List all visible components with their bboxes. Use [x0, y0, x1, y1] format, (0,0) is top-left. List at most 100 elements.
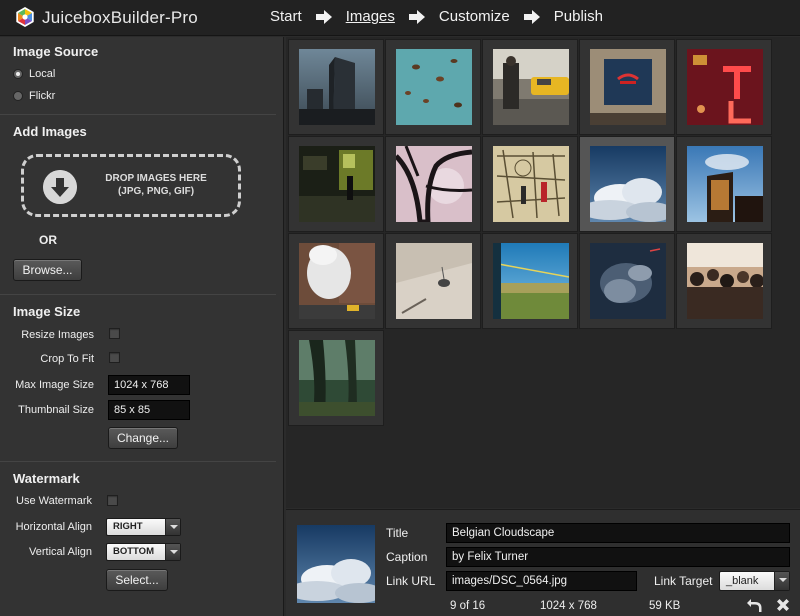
thumbnail-cell[interactable]: [385, 233, 481, 329]
steam-street-thumb: [299, 243, 375, 319]
link-target-select[interactable]: _blank: [719, 571, 790, 591]
thumbnail-cell[interactable]: [676, 39, 772, 135]
image-details-panel: Title Belgian Cloudscape Caption by Feli…: [286, 509, 800, 616]
chevron-down-icon[interactable]: [165, 544, 180, 560]
image-filesize: 59 KB: [649, 600, 681, 612]
leaves-thumb: [396, 49, 472, 125]
forest-thumb: [299, 340, 375, 416]
drop-zone[interactable]: DROP IMAGES HERE (JPG, PNG, GIF): [21, 154, 241, 217]
crop-to-fit-label: Crop To Fit: [40, 353, 94, 365]
drop-zone-line2: (JPG, PNG, GIF): [117, 186, 195, 197]
thumbnail-cell[interactable]: [579, 39, 675, 135]
thumbnail-cell[interactable]: [385, 39, 481, 135]
download-arrow-icon: [43, 170, 77, 204]
thumbnail-cell[interactable]: [385, 136, 481, 232]
thumbnail-cell[interactable]: [482, 39, 578, 135]
radio-button[interactable]: [13, 91, 23, 101]
close-icon[interactable]: [775, 597, 791, 613]
cloudscape-thumb: [297, 525, 375, 603]
horizontal-align-value: RIGHT: [113, 521, 143, 532]
section-divider: [0, 114, 276, 115]
tree-silhouette-thumb: [396, 146, 472, 222]
thumbnail-cell[interactable]: [676, 136, 772, 232]
settings-sidebar: Image Source Local Flickr Add Images DRO…: [0, 37, 284, 616]
link-target-value: _blank: [726, 575, 759, 587]
step-customize[interactable]: Customize: [439, 8, 510, 25]
add-images-title: Add Images: [13, 124, 87, 139]
drop-zone-text: DROP IMAGES HERE (JPG, PNG, GIF): [92, 172, 220, 198]
link-url-label: Link URL: [386, 574, 436, 588]
image-source-title: Image Source: [13, 44, 99, 59]
watermark-title: Watermark: [13, 471, 80, 486]
max-image-size-input[interactable]: 1024 x 768: [108, 375, 190, 395]
step-start[interactable]: Start: [270, 8, 302, 25]
title-input[interactable]: Belgian Cloudscape: [446, 523, 790, 543]
drawn-room-thumb: [493, 146, 569, 222]
select-watermark-button[interactable]: Select...: [106, 569, 168, 591]
radio-flickr-label: Flickr: [29, 90, 56, 102]
night-street-thumb: [299, 146, 375, 222]
radio-button-selected[interactable]: [13, 69, 23, 79]
step-publish[interactable]: Publish: [554, 8, 603, 25]
resize-images-checkbox[interactable]: [109, 328, 120, 339]
taxi-street-thumb: [493, 49, 569, 125]
thumbnail-cell-selected[interactable]: [579, 136, 675, 232]
thumbnail-cell[interactable]: [482, 136, 578, 232]
wizard-steps: Start Images Customize Publish: [270, 8, 603, 25]
thumbnail-cell[interactable]: [579, 233, 675, 329]
ceiling-lamp-thumb: [396, 243, 472, 319]
title-label: Title: [386, 526, 409, 540]
image-grid: [286, 37, 800, 508]
app-header: JuiceboxBuilder-Pro Start Images Customi…: [0, 0, 800, 36]
or-label: OR: [39, 233, 57, 247]
train-window-thumb: [493, 243, 569, 319]
thumbnail-cell[interactable]: [288, 233, 384, 329]
step-images[interactable]: Images: [346, 8, 395, 25]
vertical-align-select[interactable]: BOTTOM: [106, 543, 181, 561]
image-dimensions: 1024 x 768: [540, 600, 597, 612]
thumbnail-size-label: Thumbnail Size: [18, 404, 94, 416]
gallery-wall-thumb: [590, 49, 666, 125]
app-title: JuiceboxBuilder-Pro: [42, 8, 198, 27]
thumbnail-size-input[interactable]: 85 x 85: [108, 400, 190, 420]
section-divider: [0, 294, 276, 295]
thumbnail-cell[interactable]: [676, 233, 772, 329]
cloudscape-thumb: [590, 146, 666, 222]
arrow-right-icon: [523, 9, 540, 24]
crowd-thumb: [687, 243, 763, 319]
link-url-input[interactable]: images/DSC_0564.jpg: [446, 571, 637, 591]
storm-cloud-thumb: [590, 243, 666, 319]
neon-sign-thumb: [687, 49, 763, 125]
change-button[interactable]: Change...: [108, 427, 178, 449]
crop-to-fit-checkbox[interactable]: [109, 352, 120, 363]
section-divider: [0, 461, 276, 462]
resize-images-label: Resize Images: [21, 329, 94, 341]
undo-icon[interactable]: [746, 597, 762, 613]
thumbnail-cell[interactable]: [288, 136, 384, 232]
building-sunset-thumb: [687, 146, 763, 222]
drop-zone-line1: DROP IMAGES HERE: [105, 173, 207, 184]
app-logo-icon: [16, 7, 34, 27]
caption-label: Caption: [386, 550, 428, 564]
browse-button[interactable]: Browse...: [13, 259, 82, 281]
link-target-label: Link Target: [654, 574, 713, 588]
max-image-size-label: Max Image Size: [15, 379, 94, 391]
skyscraper-thumb: [299, 49, 375, 125]
thumbnail-cell[interactable]: [482, 233, 578, 329]
vertical-align-value: BOTTOM: [113, 546, 154, 557]
radio-local[interactable]: Local: [13, 68, 55, 80]
vertical-align-label: Vertical Align: [29, 546, 92, 558]
arrow-right-icon: [315, 9, 332, 24]
use-watermark-checkbox[interactable]: [107, 495, 118, 506]
horizontal-align-select[interactable]: RIGHT: [106, 518, 181, 536]
thumbnail-cell[interactable]: [288, 39, 384, 135]
horizontal-align-label: Horizontal Align: [15, 521, 92, 533]
thumbnail-cell[interactable]: [288, 330, 384, 426]
radio-flickr[interactable]: Flickr: [13, 90, 55, 102]
chevron-down-icon[interactable]: [165, 519, 180, 535]
radio-local-label: Local: [29, 68, 56, 80]
image-size-title: Image Size: [13, 304, 81, 319]
caption-input[interactable]: by Felix Turner: [446, 547, 790, 567]
arrow-right-icon: [408, 9, 425, 24]
chevron-down-icon[interactable]: [774, 572, 789, 590]
